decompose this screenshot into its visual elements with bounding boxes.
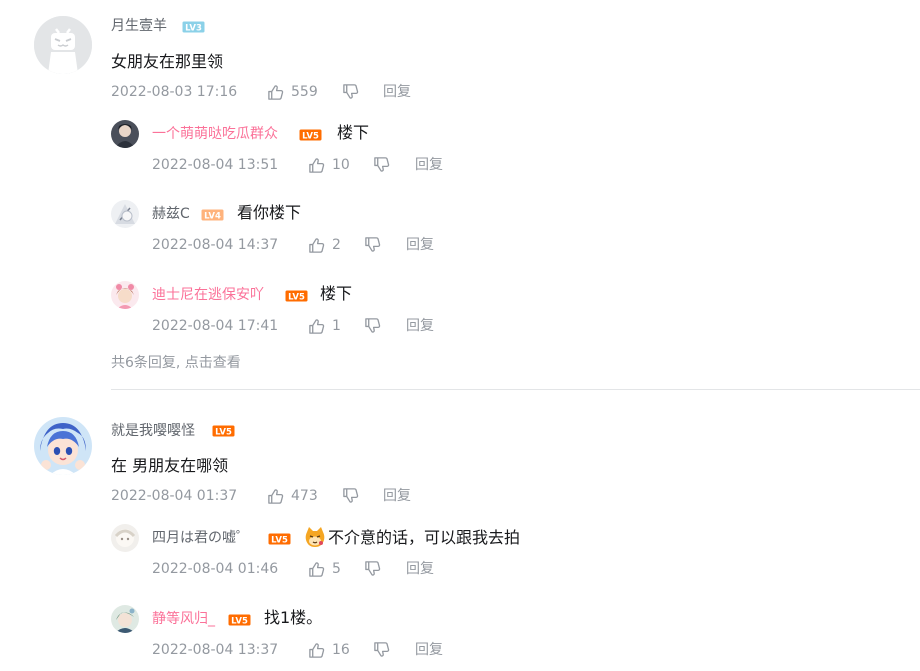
view-more-replies-link[interactable]: 共6条回复, 点击查看	[111, 352, 241, 372]
cat-emote-icon	[305, 527, 325, 547]
avatar[interactable]	[34, 16, 92, 74]
avatar[interactable]	[111, 524, 139, 552]
like-button[interactable]: 16	[308, 640, 350, 660]
thumb-up-icon	[308, 642, 325, 659]
dislike-button[interactable]	[364, 236, 381, 253]
level-badge-icon: LV5	[285, 290, 308, 302]
thumb-down-icon	[373, 156, 390, 173]
level-badge-icon: LV4	[201, 209, 224, 221]
thumb-up-icon	[267, 488, 284, 505]
dislike-button[interactable]	[364, 560, 381, 577]
level-badge-icon: LV5	[212, 425, 235, 437]
reply-button[interactable]: 回复	[383, 486, 411, 506]
username[interactable]: 迪士尼在逃保安吖	[152, 285, 264, 305]
reply-meta: 2022-08-04 13:51 10 回复	[152, 155, 472, 175]
avatar[interactable]	[111, 120, 139, 148]
reply-button[interactable]: 回复	[406, 316, 434, 336]
level-text: LV3	[185, 23, 202, 33]
avatar[interactable]	[111, 281, 139, 309]
like-button[interactable]: 5	[308, 559, 341, 579]
reply-button[interactable]: 回复	[415, 155, 443, 175]
reply-meta: 2022-08-04 17:41 1 回复	[152, 316, 472, 336]
timestamp: 2022-08-04 17:41	[152, 318, 279, 334]
like-count: 1	[332, 318, 341, 334]
username[interactable]: 一个萌萌哒吃瓜群众	[152, 124, 278, 144]
thumb-down-icon	[342, 487, 359, 504]
level-badge-icon: LV3	[182, 21, 205, 33]
like-count: 5	[332, 561, 341, 577]
like-button[interactable]: 473	[267, 486, 318, 506]
like-button[interactable]: 559	[267, 82, 318, 102]
reply-meta: 2022-08-04 01:46 5 回复	[152, 559, 472, 579]
like-count: 10	[332, 157, 350, 173]
dislike-button[interactable]	[342, 487, 359, 504]
timestamp: 2022-08-04 14:37	[152, 237, 279, 253]
username[interactable]: 月生壹羊	[111, 16, 167, 36]
thumb-up-icon	[308, 561, 325, 578]
reply-button[interactable]: 回复	[383, 82, 411, 102]
level-text: LV5	[302, 131, 319, 141]
level-text: LV5	[288, 292, 305, 302]
level-text: LV5	[231, 616, 248, 626]
timestamp: 2022-08-04 13:37	[152, 642, 279, 658]
timestamp: 2022-08-03 17:16	[111, 84, 238, 100]
level-badge-icon: LV5	[268, 533, 291, 545]
thumb-down-icon	[364, 236, 381, 253]
like-count: 16	[332, 642, 350, 658]
thumb-down-icon	[364, 317, 381, 334]
comment-meta: 2022-08-04 01:37 473 回复	[111, 486, 431, 506]
thumb-up-icon	[308, 318, 325, 335]
username[interactable]: 四月は君の嘘゜	[152, 528, 250, 548]
comment-text: 女朋友在那里领	[111, 52, 224, 71]
dislike-button[interactable]	[364, 317, 381, 334]
reply-button[interactable]: 回复	[406, 235, 434, 255]
reply-text: 看你楼下	[237, 203, 302, 222]
reply-meta: 2022-08-04 14:37 2 回复	[152, 235, 472, 255]
thumb-down-icon	[342, 83, 359, 100]
username[interactable]: 静等风归_	[152, 609, 215, 629]
reply-button[interactable]: 回复	[406, 559, 434, 579]
level-badge-icon: LV5	[228, 614, 251, 626]
thumb-up-icon	[308, 157, 325, 174]
comment-meta: 2022-08-03 17:16 559 回复	[111, 82, 431, 102]
dislike-button[interactable]	[373, 156, 390, 173]
timestamp: 2022-08-04 01:37	[111, 488, 238, 504]
timestamp: 2022-08-04 13:51	[152, 157, 279, 173]
reply-text: 不介意的话，可以跟我去拍	[304, 526, 520, 549]
thumb-up-icon	[267, 84, 284, 101]
timestamp: 2022-08-04 01:46	[152, 561, 279, 577]
avatar[interactable]	[34, 417, 92, 475]
reply-text: 找1楼。	[264, 608, 323, 627]
reply-button[interactable]: 回复	[415, 640, 443, 660]
thumb-down-icon	[364, 560, 381, 577]
divider	[111, 389, 920, 390]
thumb-up-icon	[308, 237, 325, 254]
level-text: LV4	[204, 211, 221, 221]
avatar[interactable]	[111, 200, 139, 228]
like-count: 559	[291, 84, 318, 100]
like-button[interactable]: 1	[308, 316, 341, 336]
dislike-button[interactable]	[373, 641, 390, 658]
avatar[interactable]	[111, 605, 139, 633]
comment-text: 在 男朋友在哪领	[111, 456, 229, 475]
level-text: LV5	[215, 427, 232, 437]
like-button[interactable]: 2	[308, 235, 341, 255]
reply-text: 楼下	[337, 123, 370, 142]
reply-text-content: 不介意的话，可以跟我去拍	[328, 528, 521, 547]
thumb-down-icon	[373, 641, 390, 658]
username[interactable]: 赫兹C	[152, 204, 190, 224]
dislike-button[interactable]	[342, 83, 359, 100]
like-count: 473	[291, 488, 318, 504]
like-count: 2	[332, 237, 341, 253]
username[interactable]: 就是我嘤嘤怪	[111, 421, 195, 441]
level-badge-icon: LV5	[299, 129, 322, 141]
level-text: LV5	[271, 535, 288, 545]
like-button[interactable]: 10	[308, 155, 350, 175]
reply-meta: 2022-08-04 13:37 16 回复	[152, 640, 472, 660]
reply-text: 楼下	[320, 284, 353, 303]
